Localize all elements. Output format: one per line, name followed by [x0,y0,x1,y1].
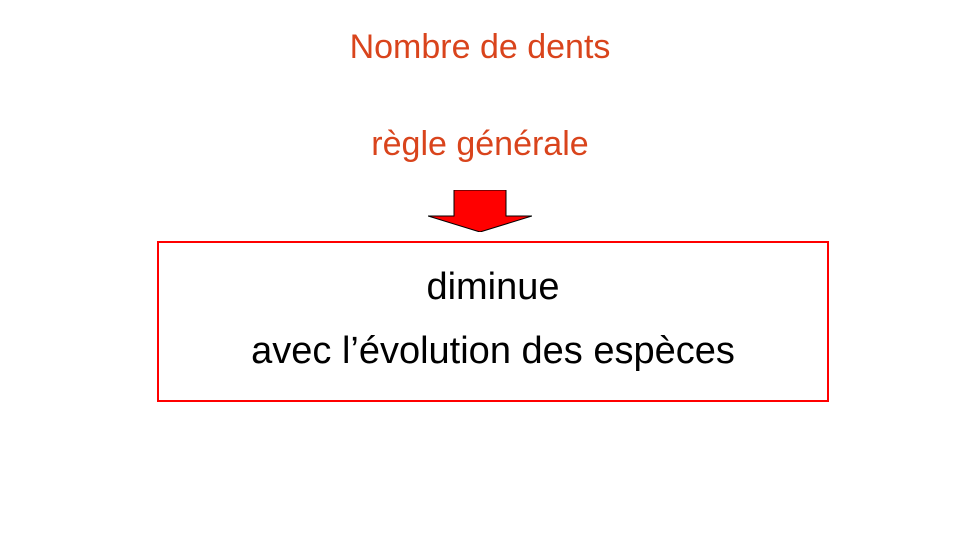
down-arrow-icon [428,190,532,232]
slide: Nombre de dents règle générale diminue a… [0,0,960,540]
conclusion-line-2: avec l’évolution des espèces [251,330,735,372]
slide-subtitle: règle générale [371,125,589,163]
slide-title: Nombre de dents [349,28,611,66]
conclusion-box: diminue avec l’évolution des espèces [157,241,829,402]
conclusion-line-1: diminue [426,266,560,308]
